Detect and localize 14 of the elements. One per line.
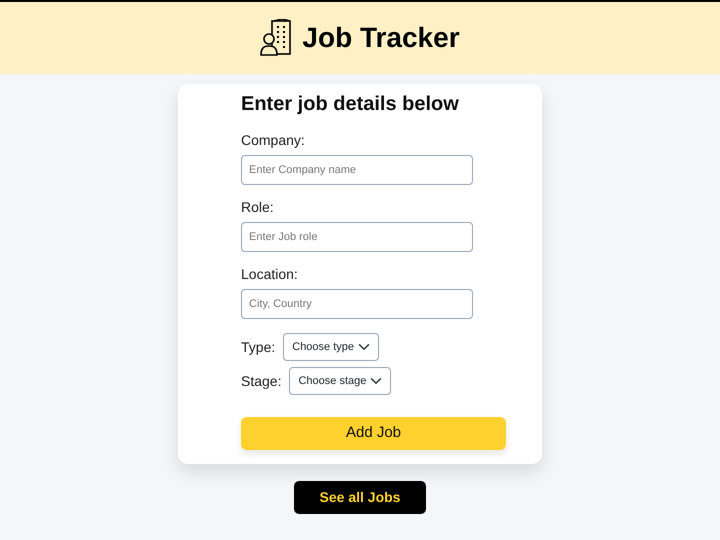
dropdown[interactable]: Choose stage	[289, 367, 392, 395]
input-field[interactable]: City, Country	[241, 289, 473, 319]
add-job-button[interactable]: Add Job	[241, 417, 506, 450]
field-label: Company:	[241, 131, 306, 150]
field-label: Stage:	[241, 372, 282, 391]
dropdown[interactable]: Choose type	[283, 333, 380, 361]
input-field[interactable]: Enter Job role	[241, 222, 473, 252]
field-label: Role:	[241, 198, 275, 217]
app-title: Job Tracker	[302, 21, 460, 55]
field-label: Location:	[241, 265, 299, 284]
field-label: Type:	[241, 338, 276, 357]
see-all-jobs-button[interactable]: See all Jobs	[294, 481, 426, 514]
input-field[interactable]: Enter Company name	[241, 155, 473, 185]
form-heading: Enter job details below	[241, 92, 460, 117]
